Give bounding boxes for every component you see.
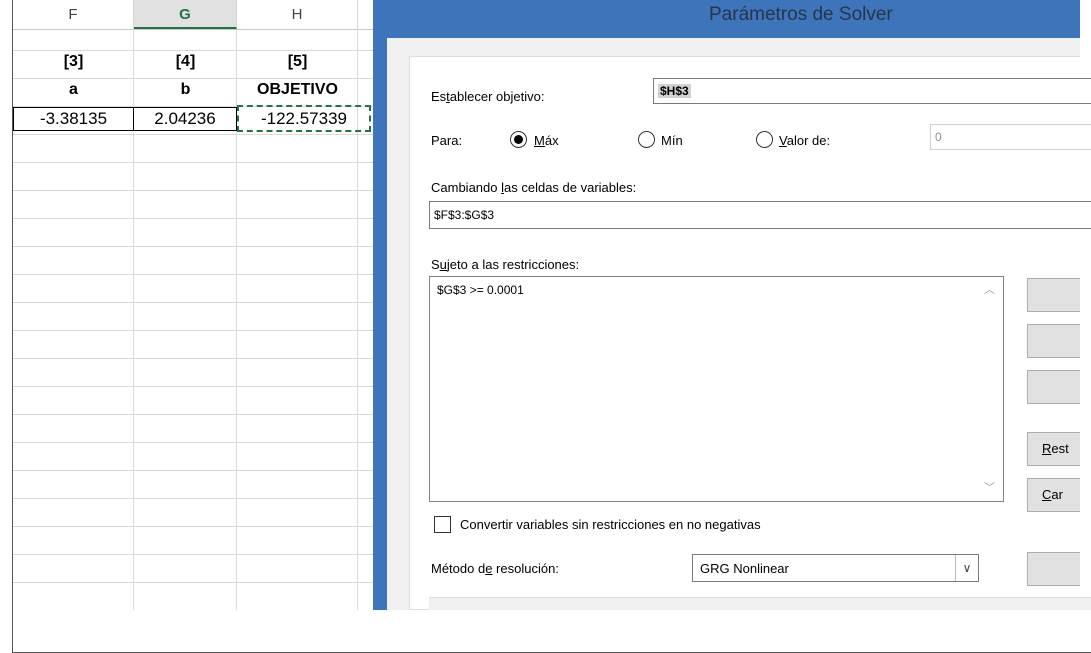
screenshot-frame: F G H [3] [4] [5] a b OBJETIVO -3.38135 … [12,0,1091,653]
gridline [13,554,385,555]
gridline [13,218,385,219]
gridline [13,330,385,331]
gridline [13,246,385,247]
radio-value-of-label: Valor de: [779,133,831,148]
variables-label: Cambiando las celdas de variables: [431,180,637,195]
radio-max[interactable] [510,131,527,148]
gridline [13,162,385,163]
cell-h1[interactable]: [5] [237,51,358,73]
gridline [13,386,385,387]
cell-f2[interactable]: a [13,79,134,101]
method-select-value: GRG Nonlinear [700,561,789,576]
method-label: Método de resolución: [431,561,559,576]
scroll-down-icon[interactable]: ﹀ [984,479,995,495]
gridline [13,498,385,499]
radio-min[interactable] [638,131,655,148]
reset-all-button[interactable]: Rest [1027,432,1080,466]
gridline [13,414,385,415]
variables-input[interactable]: $F$3:$G$3 [429,201,1091,229]
gridline [13,470,385,471]
radio-max-label: Máx [534,133,559,148]
objective-label: Establecer objetivo: [431,89,545,104]
gridline [13,442,385,443]
scroll-up-icon[interactable]: ︿ [984,281,995,297]
constraints-list[interactable]: $G$3 >= 0.0001 ︿ ﹀ [429,276,1004,502]
cell-g2[interactable]: b [134,79,237,101]
column-header-row: F G H [13,0,385,30]
gridline [13,302,385,303]
gridline [13,190,385,191]
cell-h3-objective[interactable]: -122.57339 [237,105,371,132]
delete-button[interactable] [1027,370,1080,404]
radio-min-label: Mín [661,133,683,148]
nonneg-checkbox[interactable] [434,516,451,533]
column-header-h[interactable]: H [237,0,358,29]
options-button[interactable] [1027,552,1080,586]
gridline [13,134,385,135]
dialog-left-border [373,38,387,610]
add-button[interactable] [1027,278,1080,312]
gridline [13,358,385,359]
constraint-item[interactable]: $G$3 >= 0.0001 [437,283,524,297]
gridline [13,582,385,583]
cell-g1[interactable]: [4] [134,51,237,73]
solve-section-edge [429,597,1091,610]
spreadsheet: F G H [3] [4] [5] a b OBJETIVO -3.38135 … [13,0,385,610]
para-label: Para: [431,133,463,148]
nonneg-checkbox-label: Convertir variables sin restricciones en… [460,517,761,532]
gridline [13,274,385,275]
method-select[interactable]: GRG Nonlinear ∨ [692,554,979,582]
cell-h2[interactable]: OBJETIVO [237,79,358,101]
value-of-input[interactable]: 0 [930,124,1091,150]
objective-input[interactable]: $H$3 [653,78,1091,104]
load-save-button[interactable]: Car [1027,478,1080,512]
radio-selected-dot [514,135,523,144]
cell-f1[interactable]: [3] [13,51,134,73]
cell-f3[interactable]: -3.38135 [13,107,134,131]
cell-g3[interactable]: 2.04236 [133,107,237,131]
chevron-down-icon[interactable]: ∨ [955,555,978,581]
gridline [13,526,385,527]
radio-value-of[interactable] [756,131,773,148]
constraints-label: Sujeto a las restricciones: [431,257,580,272]
column-header-f[interactable]: F [13,0,134,29]
column-header-g[interactable]: G [134,0,237,29]
change-button[interactable] [1027,324,1080,358]
dialog-title: Parámetros de Solver [709,4,893,25]
